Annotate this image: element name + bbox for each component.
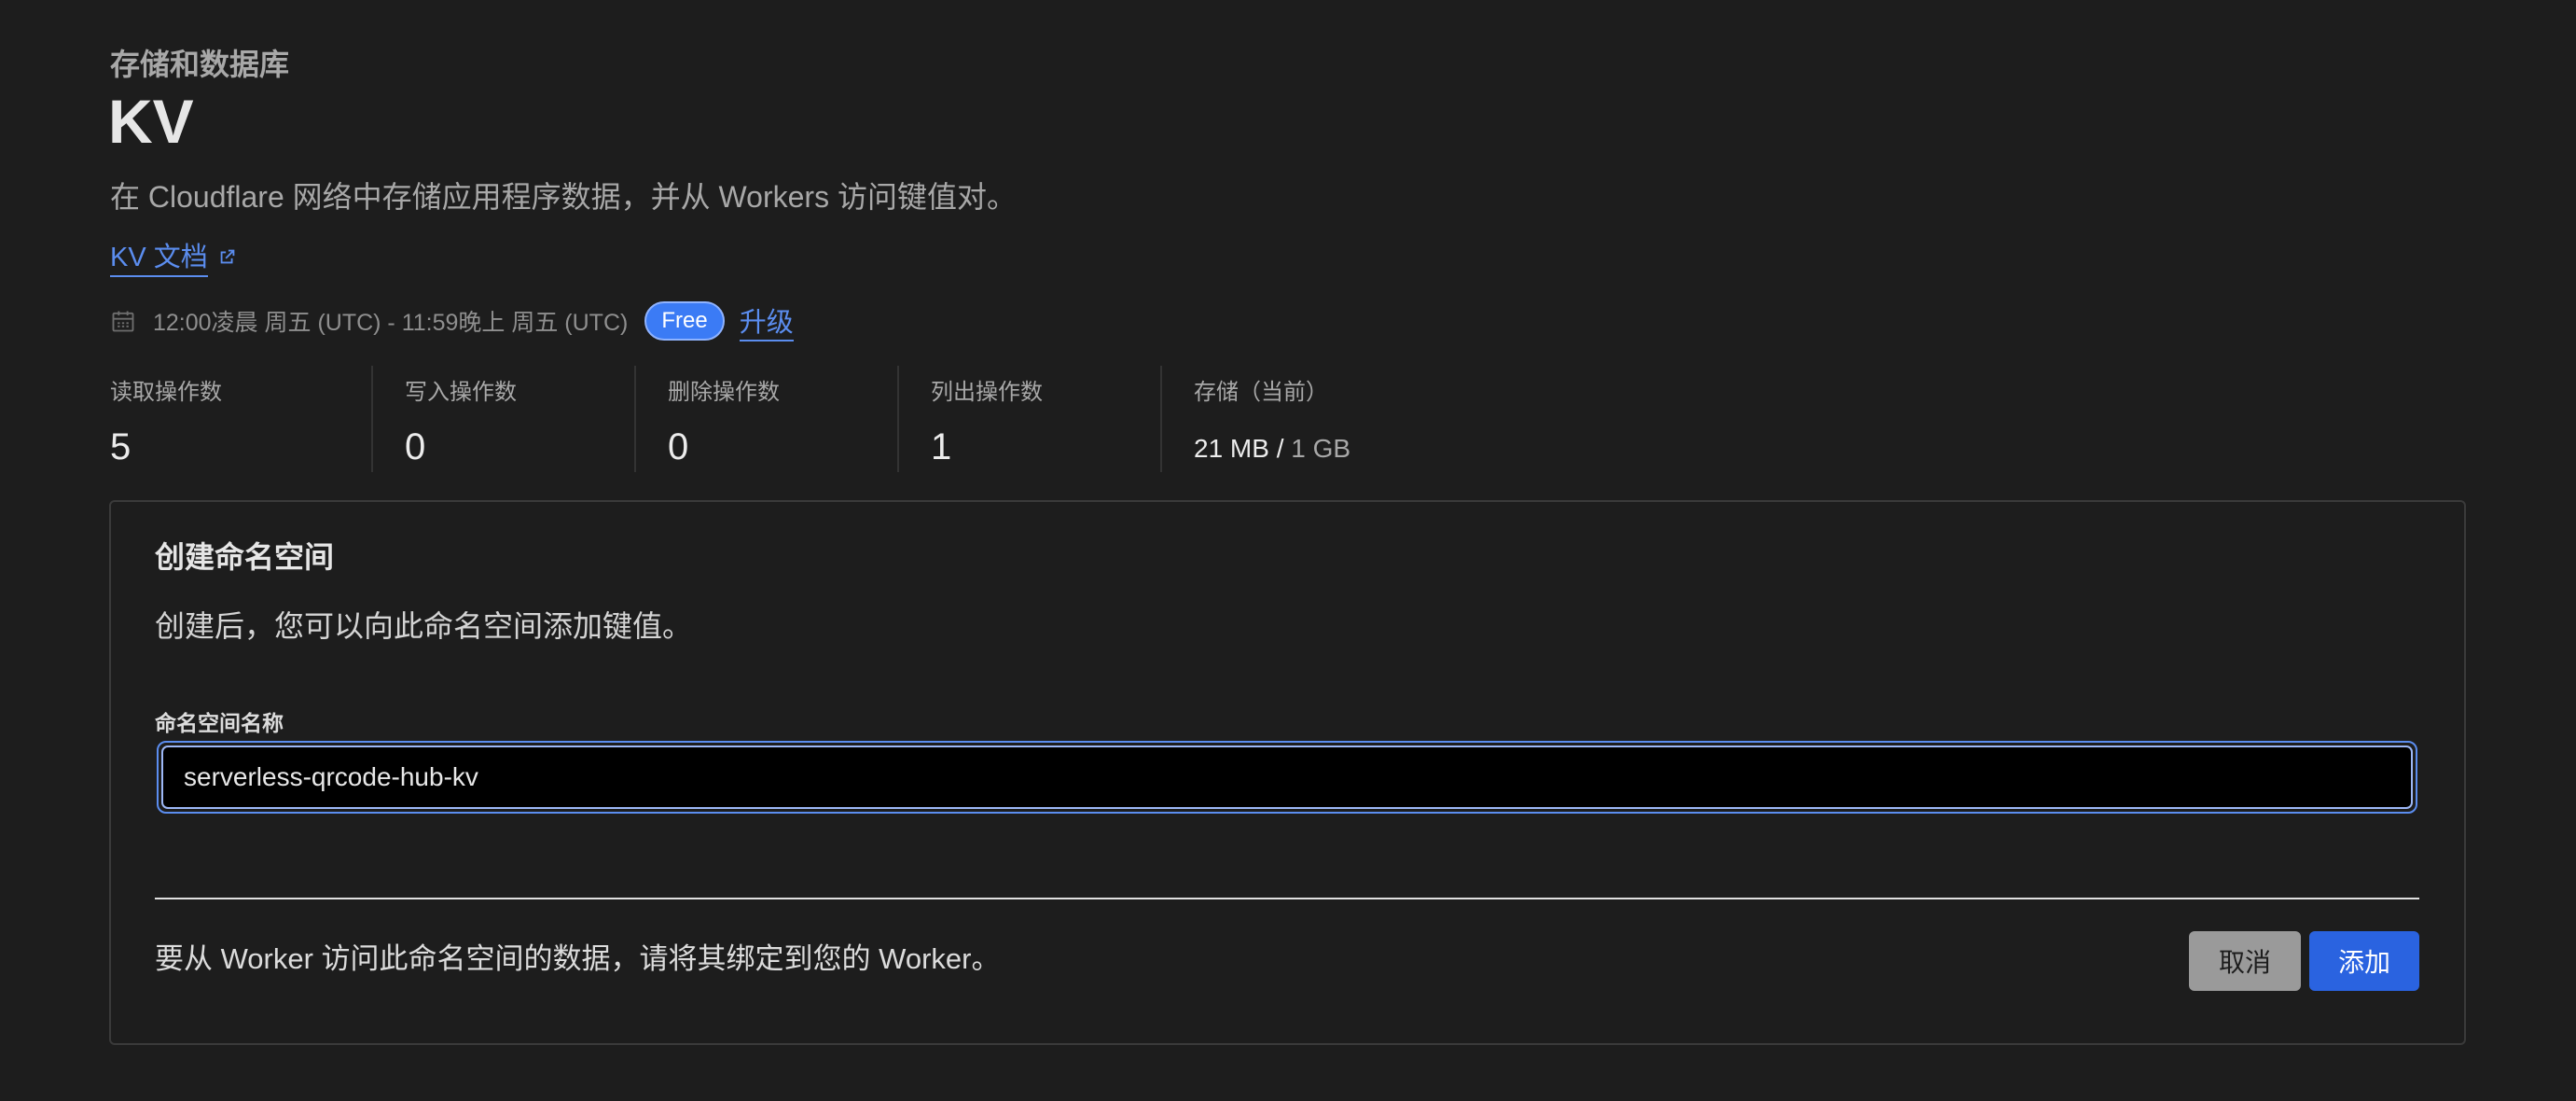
breadcrumb: 存储和数据库 [110, 48, 290, 81]
namespace-name-input-box [161, 746, 2413, 809]
stat-reads: 读取操作数 5 [110, 366, 373, 472]
usage-stats: 读取操作数 5 写入操作数 0 删除操作数 0 列出操作数 1 存储（当前） 2… [110, 366, 1367, 472]
storage-separator: / [1268, 434, 1292, 463]
stat-value: 1 [931, 426, 952, 467]
create-namespace-subtitle: 创建后，您可以向此命名空间添加键值。 [155, 609, 693, 643]
stat-value: 0 [405, 426, 426, 467]
stat-lists: 列出操作数 1 [899, 366, 1162, 472]
page-description: 在 Cloudflare 网络中存储应用程序数据，并从 Workers 访问键值… [110, 180, 1017, 214]
stat-label: 删除操作数 [668, 380, 780, 405]
add-button[interactable]: 添加 [2309, 931, 2419, 991]
binding-note: 要从 Worker 访问此命名空间的数据，请将其绑定到您的 Worker。 [155, 942, 1001, 975]
stat-label: 写入操作数 [405, 380, 517, 405]
stat-label: 读取操作数 [110, 380, 222, 405]
storage-value: 21 MB / 1 GB [1194, 434, 1367, 464]
kv-docs-link[interactable]: KV 文档 [110, 235, 238, 277]
stat-label: 列出操作数 [931, 380, 1043, 405]
storage-used: 21 MB [1194, 434, 1269, 463]
page-title: KV [108, 87, 194, 156]
namespace-name-label: 命名空间名称 [155, 711, 284, 735]
create-namespace-title: 创建命名空间 [155, 540, 335, 574]
upgrade-link[interactable]: 升级 [739, 300, 794, 341]
namespace-name-input[interactable] [182, 761, 2392, 793]
kv-docs-link-label: KV 文档 [110, 235, 208, 277]
plan-badge: Free [644, 301, 725, 341]
stat-storage: 存储（当前） 21 MB / 1 GB [1162, 366, 1367, 472]
namespace-name-field [157, 741, 2417, 814]
stat-value: 0 [668, 426, 689, 467]
usage-period-row: 12:00凌晨 周五 (UTC) - 11:59晚上 周五 (UTC) Free… [110, 300, 794, 341]
stat-deletes: 删除操作数 0 [636, 366, 899, 472]
cancel-button[interactable]: 取消 [2189, 931, 2301, 991]
stat-writes: 写入操作数 0 [373, 366, 636, 472]
storage-total: 1 GB [1291, 434, 1351, 463]
external-link-icon [220, 249, 235, 263]
stat-label: 存储（当前） [1194, 380, 1328, 405]
stat-value: 5 [110, 426, 132, 467]
calendar-icon [112, 311, 134, 332]
divider [155, 898, 2419, 899]
usage-period: 12:00凌晨 周五 (UTC) - 11:59晚上 周五 (UTC) [153, 310, 629, 336]
